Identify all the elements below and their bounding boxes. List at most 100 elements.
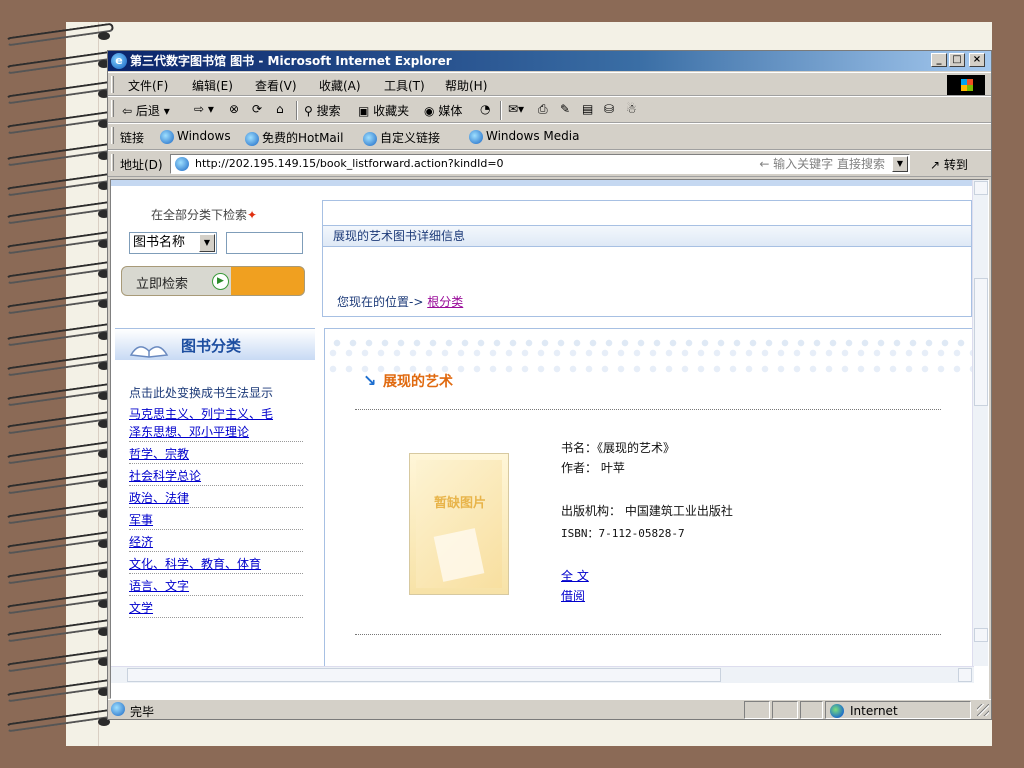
media-icon: ◉ (424, 104, 435, 118)
dropdown-arrow-icon: ▼ (199, 234, 215, 252)
status-cell (772, 701, 798, 719)
book-isbn-line: ISBN：7-112-05828-7 (561, 527, 685, 540)
security-zone: Internet (825, 701, 971, 719)
cover-placeholder-text: 暂缺图片 (434, 496, 487, 511)
window-title: 第三代数字图书馆 图书 - Microsoft Internet Explore… (130, 54, 452, 68)
ie-page-icon (363, 131, 377, 146)
search-panel: 在全部分类下检索✦ 图书名称 ▼ 立即检索 ▶ (121, 200, 313, 308)
category-link-philosophy[interactable]: 哲学、宗教 (129, 446, 303, 464)
link-hotmail[interactable]: 免费的HotMail (245, 129, 343, 146)
star-icon: ✦ (247, 208, 258, 222)
status-bar: 完毕 Internet (108, 699, 991, 719)
link-custom[interactable]: 自定义链接 (363, 129, 440, 146)
media-button[interactable]: ◉ 媒体 (424, 102, 462, 119)
category-link-marxism[interactable]: 马克思主义、列宁主义、毛 (129, 406, 303, 423)
resize-grip[interactable] (977, 704, 989, 716)
book-name-line: 书名：《展现的艺术》 (561, 441, 676, 455)
page-viewport[interactable]: 在全部分类下检索✦ 图书名称 ▼ 立即检索 ▶ 展现的艺术图书详细信息 您现在的… (110, 179, 989, 699)
history-button[interactable]: ◔ (480, 102, 490, 116)
address-input[interactable]: http://202.195.149.15/book_listforward.a… (170, 154, 910, 174)
category-panel: 图书分类 点击此处变换成书生法显示 马克思主义、列宁主义、毛 泽东思想、邓小平理… (111, 328, 321, 658)
category-header: 图书分类 (115, 328, 315, 360)
category-link-literature[interactable]: 文学 (129, 600, 303, 618)
horizontal-scroll-thumb[interactable] (127, 668, 721, 682)
category-link-economics[interactable]: 经济 (129, 534, 303, 552)
forward-button[interactable]: ⇨ ▾ (194, 102, 214, 116)
category-link-language[interactable]: 语言、文字 (129, 578, 303, 596)
refresh-button[interactable]: ⟳ (252, 102, 262, 116)
security-zone-label: Internet (850, 704, 898, 718)
ie-page-icon (160, 129, 174, 144)
search-panel-title: 在全部分类下检索✦ (151, 208, 258, 222)
address-bar: 地址(D) http://202.195.149.15/book_listfor… (108, 150, 991, 177)
links-bar: 链接 Windows 免费的HotMail 自定义链接 Windows Medi… (108, 123, 991, 150)
toolbar-grip[interactable] (111, 100, 114, 117)
messenger-button[interactable]: ☃ (626, 102, 637, 116)
link-windows[interactable]: Windows (160, 129, 231, 144)
fulltext-link[interactable]: 全 文 (561, 567, 589, 584)
book-author-line: 作者： 叶苹 (561, 461, 625, 475)
ie-window: e 第三代数字图书馆 图书 - Microsoft Internet Explo… (107, 50, 992, 720)
search-submit-button[interactable]: 立即检索 ▶ (121, 266, 305, 296)
minimize-button[interactable]: _ (931, 53, 947, 67)
discuss-button[interactable]: ▤ (582, 102, 593, 116)
category-link-marxism-cont[interactable]: 泽东思想、邓小平理论 (129, 424, 303, 442)
windows-logo-icon (947, 75, 985, 95)
go-button[interactable]: ↗ 转到 (930, 156, 968, 173)
horizontal-scrollbar[interactable] (111, 666, 974, 683)
mail-icon: ✉▾ (508, 102, 525, 116)
link-windows-media[interactable]: Windows Media (469, 129, 579, 144)
toolbar-grip[interactable] (111, 154, 114, 171)
status-cell (800, 701, 823, 719)
category-link-military[interactable]: 军事 (129, 512, 303, 530)
scroll-up-button[interactable] (974, 181, 988, 195)
divider (355, 634, 941, 635)
vertical-scroll-thumb[interactable] (974, 278, 988, 406)
mail-button[interactable]: ✉▾ (508, 102, 524, 116)
vertical-scrollbar[interactable] (972, 180, 988, 666)
book-info-panel: 展现的艺术图书详细信息 您现在的位置-> 根分类 (322, 200, 972, 317)
search-button[interactable]: ⚲ 搜索 (304, 102, 341, 119)
edit-button[interactable]: ✎ (560, 102, 570, 116)
back-arrow-icon: ⇦ (122, 104, 133, 118)
search-input[interactable] (226, 232, 303, 254)
menu-favorites[interactable]: 收藏(A) (319, 77, 361, 94)
home-button[interactable]: ⌂ (276, 102, 284, 116)
print-button[interactable]: ⎙ (538, 102, 548, 117)
cover-inner: 暂缺图片 (416, 460, 502, 588)
research-button[interactable]: ⛁ (604, 102, 614, 116)
menu-view[interactable]: 查看(V) (255, 77, 297, 94)
home-icon: ⌂ (276, 102, 284, 116)
address-dropdown-button[interactable]: ▼ (892, 156, 908, 172)
menu-help[interactable]: 帮助(H) (445, 77, 487, 94)
stop-button[interactable]: ⊗ (229, 102, 239, 116)
menu-file[interactable]: 文件(F) (128, 77, 168, 94)
category-link-social-science[interactable]: 社会科学总论 (129, 468, 303, 486)
category-title: 图书分类 (181, 337, 242, 355)
address-label: 地址(D) (120, 158, 163, 172)
borrow-link[interactable]: 借阅 (561, 587, 585, 604)
favorites-button[interactable]: ▣ 收藏夹 (358, 102, 409, 119)
search-field-select[interactable]: 图书名称 ▼ (129, 232, 217, 254)
favorites-icon: ▣ (358, 104, 370, 118)
category-link-politics-law[interactable]: 政治、法律 (129, 490, 303, 508)
menu-tools[interactable]: 工具(T) (384, 77, 425, 94)
scroll-right-button[interactable] (958, 668, 972, 682)
ie-page-icon (245, 131, 259, 146)
category-switch-link[interactable]: 点击此处变换成书生法显示 (129, 384, 273, 401)
menu-edit[interactable]: 编辑(E) (192, 77, 233, 94)
ie-page-icon (111, 702, 125, 716)
maximize-button[interactable]: □ (949, 53, 965, 67)
scroll-down-button[interactable] (974, 628, 988, 642)
research-icon: ⛁ (604, 102, 615, 116)
toolbar-grip[interactable] (111, 127, 114, 144)
category-link-culture-education[interactable]: 文化、科学、教育、体育 (129, 556, 303, 574)
close-button[interactable]: × (969, 53, 985, 67)
breadcrumb-root-link[interactable]: 根分类 (427, 295, 463, 309)
paper-sheet-icon (433, 528, 485, 582)
back-button[interactable]: ⇦ 后退 ▾ (122, 102, 170, 119)
toolbar-grip[interactable] (111, 76, 114, 93)
status-cell (744, 701, 770, 719)
ie-page-icon (469, 129, 483, 144)
title-bar[interactable]: e 第三代数字图书馆 图书 - Microsoft Internet Explo… (108, 51, 991, 71)
